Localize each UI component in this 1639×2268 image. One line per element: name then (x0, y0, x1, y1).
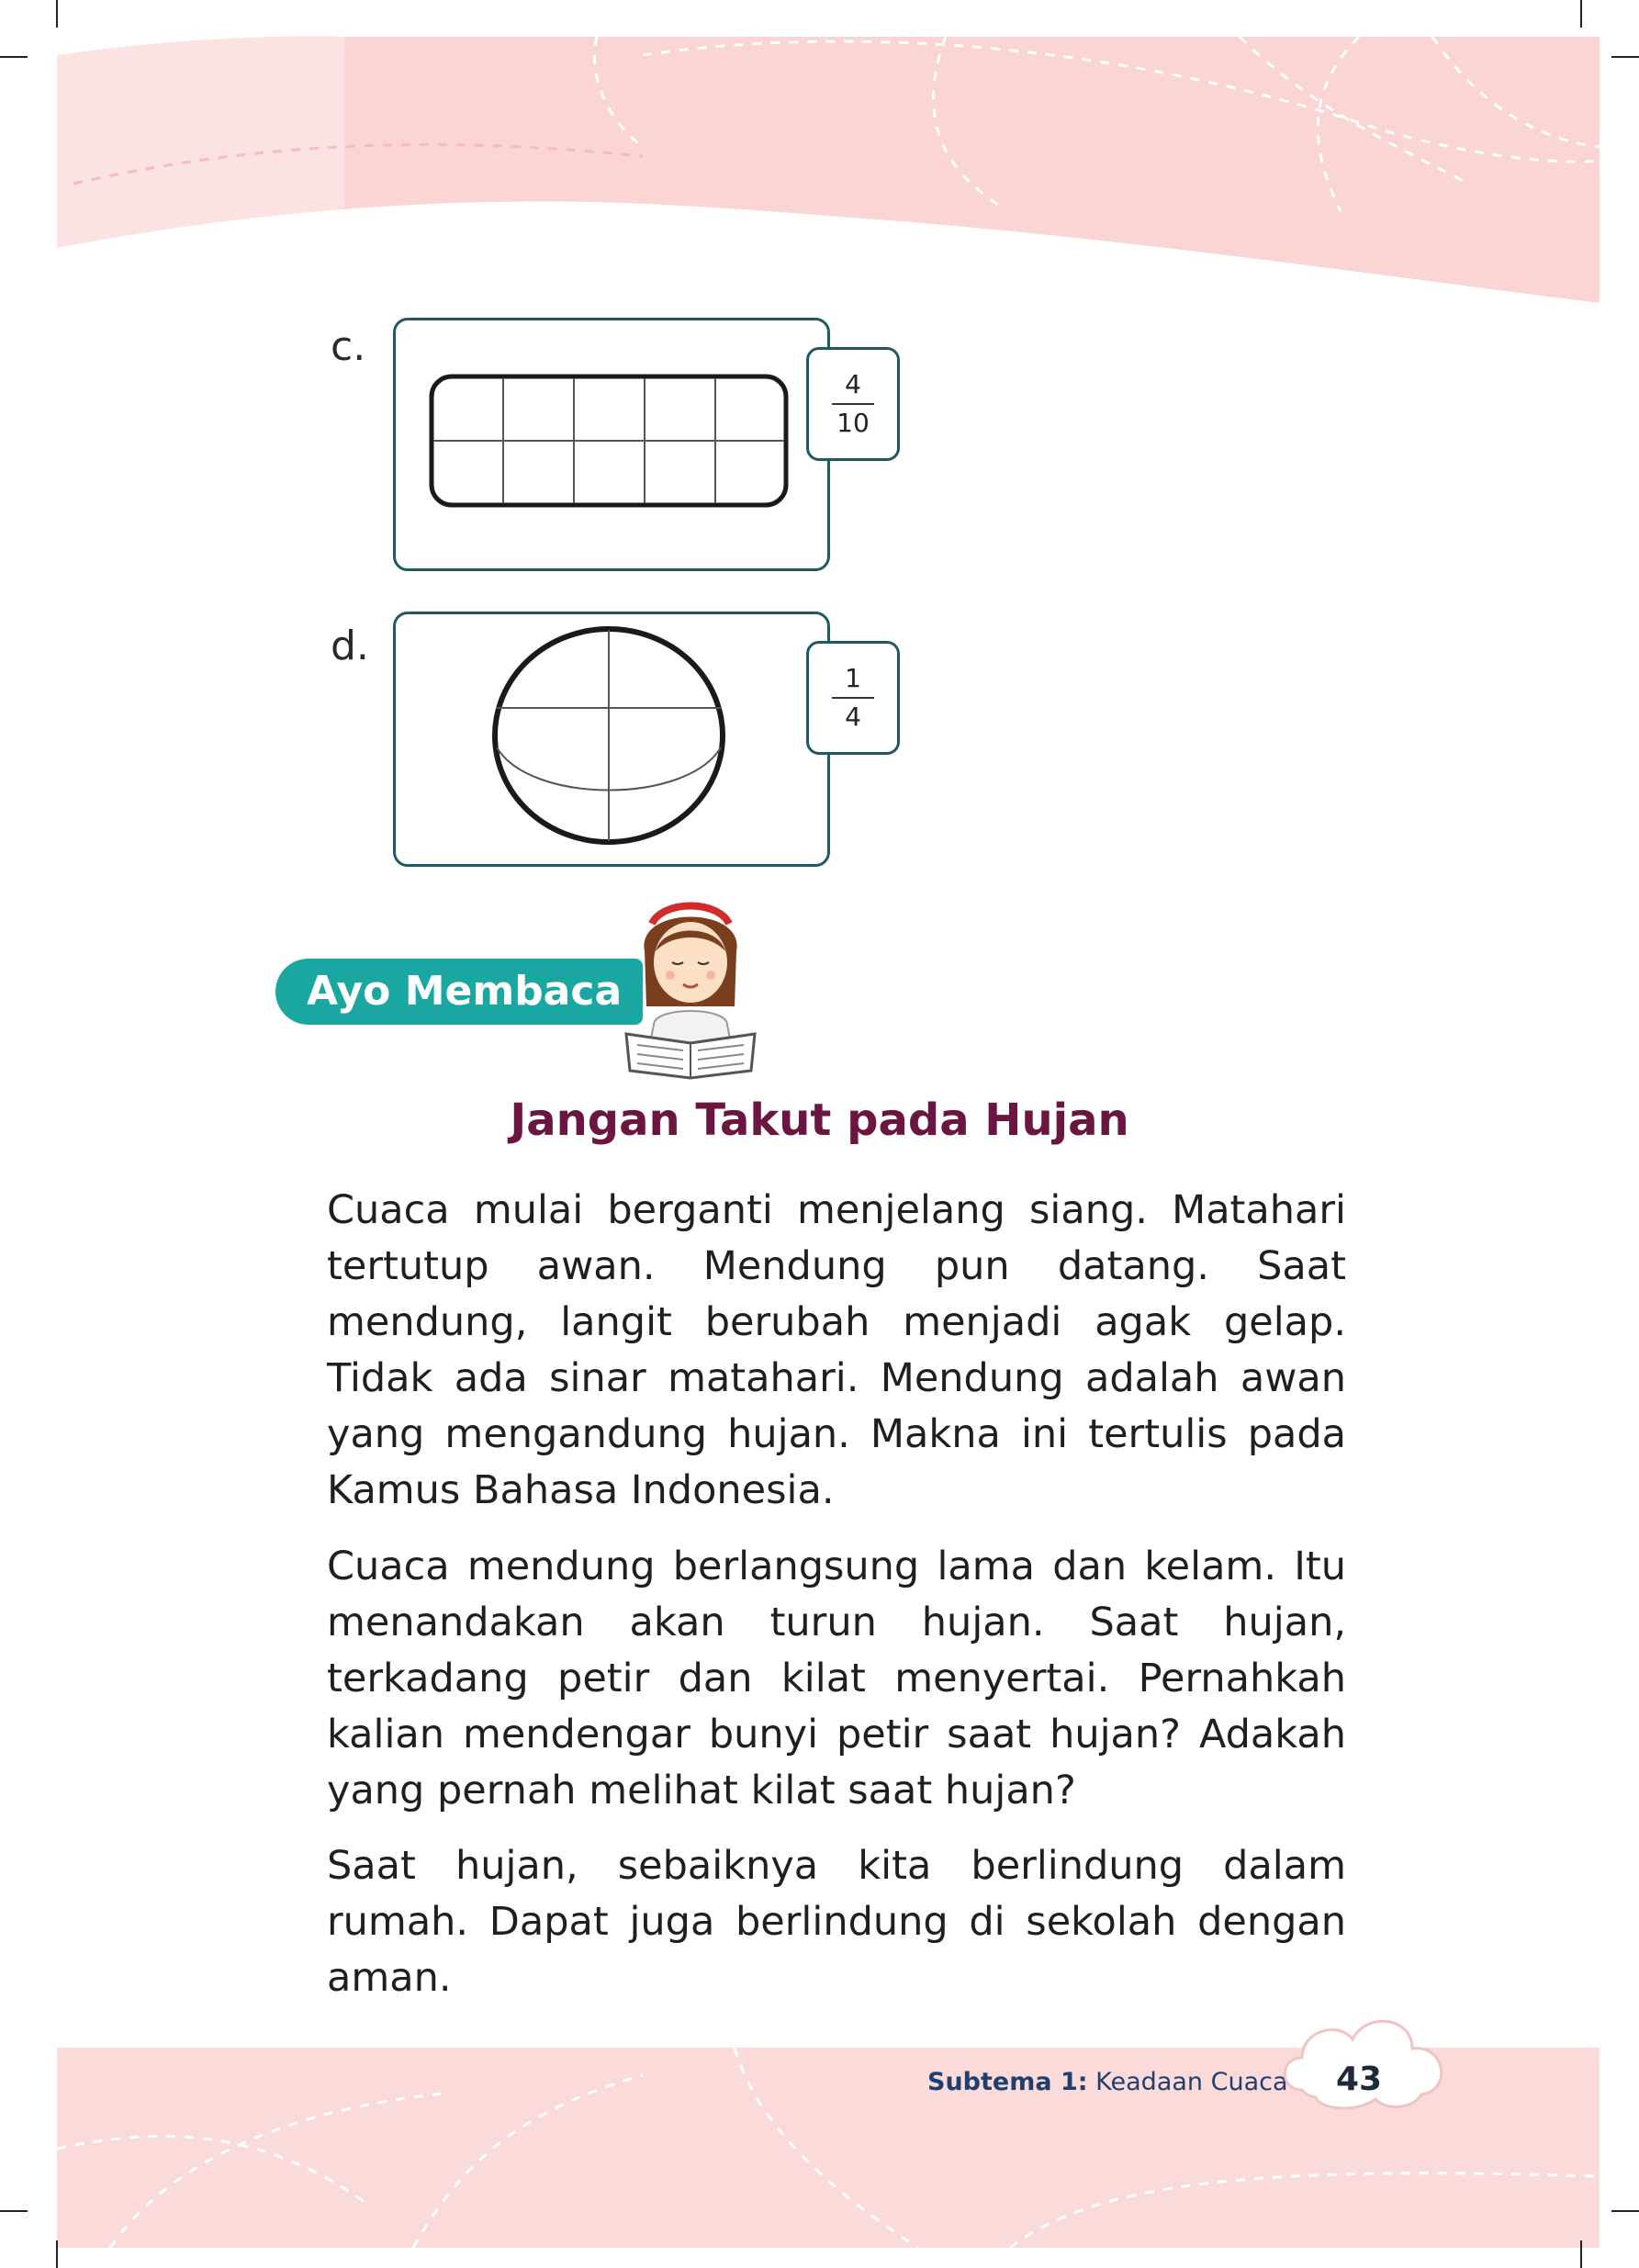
item-c-fraction: 4 10 (806, 347, 900, 461)
section-badge: Ayo Membaca (275, 959, 643, 1025)
girl-reading-illustration (624, 902, 757, 1080)
footer-subtheme: Subtema 1: Keadaan Cuaca (927, 2068, 1288, 2096)
reading-title: Jangan Takut pada Hujan (510, 1095, 1129, 1146)
reading-paragraph-3: Saat hujan, sebaiknya kita berlindung da… (327, 1843, 1346, 2001)
subtheme-name: Keadaan Cuaca (1095, 2068, 1288, 2096)
fraction-bar (832, 403, 874, 405)
page-number: 43 (1335, 2060, 1383, 2098)
item-c-label: c. (331, 323, 366, 370)
item-d-fraction: 1 4 (806, 641, 900, 755)
reading-paragraph-1: Cuaca mulai berganti menjelang siang. Ma… (327, 1187, 1346, 1513)
header-decoration (57, 35, 1600, 312)
fraction-numerator: 1 (845, 663, 861, 693)
reading-paragraph-2: Cuaca mendung berlangsung lama dan kelam… (327, 1544, 1346, 1813)
fraction-bar (832, 697, 874, 699)
fraction-numerator: 4 (845, 369, 861, 399)
item-c-figure-box (393, 318, 830, 571)
fraction-denominator: 4 (845, 702, 861, 732)
item-d-figure-box (393, 612, 830, 867)
rounded-rectangle-10-parts (429, 374, 789, 508)
subtheme-label: Subtema 1: (927, 2068, 1088, 2096)
item-d-label: d. (331, 623, 369, 669)
oval-4-parts (492, 626, 725, 845)
fraction-denominator: 10 (836, 408, 870, 438)
